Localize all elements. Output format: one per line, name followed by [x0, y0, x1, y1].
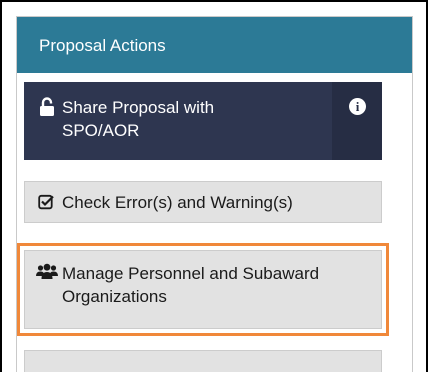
manage-personnel-button[interactable]: Manage Personnel and Subaward Organizati… — [24, 250, 382, 329]
share-proposal-label: Share Proposal with SPO/AOR — [62, 98, 215, 140]
share-proposal-button-group: Share Proposal with SPO/AOR i — [24, 82, 382, 160]
check-errors-label: Check Error(s) and Warning(s) — [62, 193, 293, 212]
manage-personnel-label: Manage Personnel and Subaward Organizati… — [62, 264, 320, 306]
panel-title: Proposal Actions — [17, 17, 412, 73]
share-proposal-button[interactable]: Share Proposal with SPO/AOR — [24, 82, 330, 160]
check-square-icon — [38, 194, 54, 210]
users-icon — [36, 263, 58, 281]
check-errors-button[interactable]: Check Error(s) and Warning(s) — [24, 181, 382, 223]
share-info-button[interactable]: i — [332, 82, 382, 160]
next-action-button[interactable] — [24, 350, 382, 372]
unlock-icon — [39, 97, 55, 117]
info-circle-icon: i — [349, 98, 366, 115]
